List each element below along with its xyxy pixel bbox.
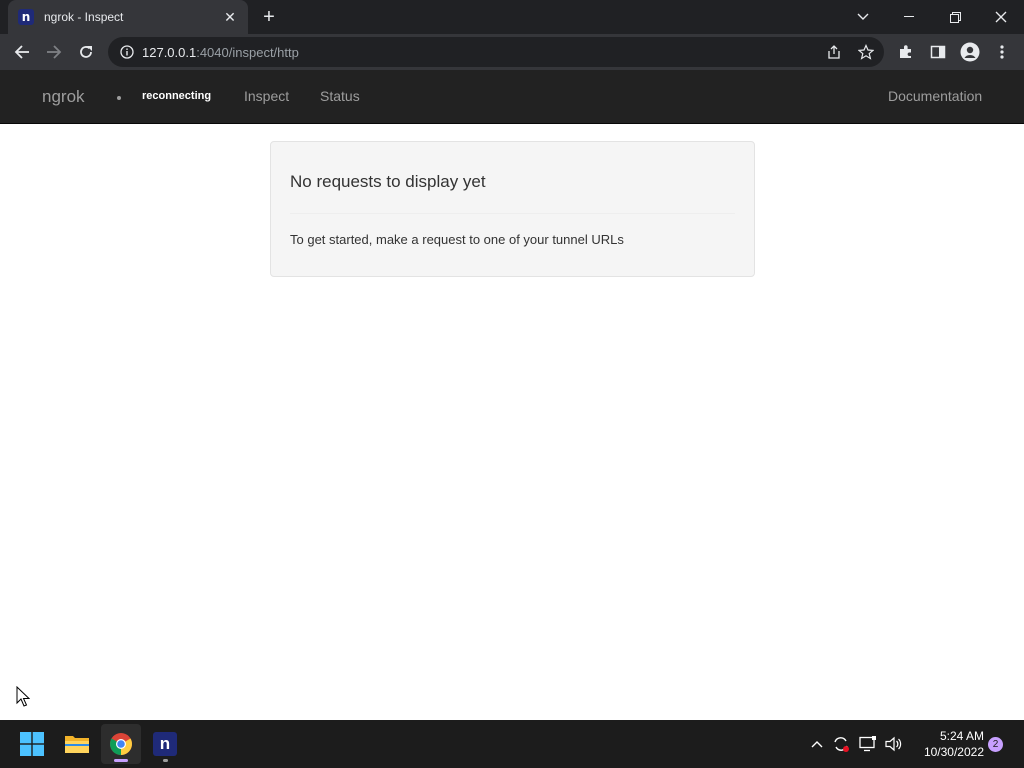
tab-title: ngrok - Inspect bbox=[44, 10, 124, 24]
ngrok-navbar: ngrok reconnecting Inspect Status Docume… bbox=[0, 70, 1024, 124]
notification-badge[interactable]: 2 bbox=[988, 737, 1003, 752]
share-icon[interactable] bbox=[820, 38, 848, 66]
browser-toolbar: 127.0.0.1:4040/inspect/http bbox=[0, 34, 1024, 70]
profile-avatar-icon[interactable] bbox=[956, 38, 984, 66]
ngrok-favicon-icon: n bbox=[18, 9, 34, 25]
start-button[interactable] bbox=[12, 724, 52, 764]
empty-heading: No requests to display yet bbox=[290, 172, 486, 191]
sync-icon[interactable] bbox=[830, 720, 852, 768]
network-icon[interactable] bbox=[856, 720, 880, 768]
site-info-icon[interactable] bbox=[120, 45, 134, 59]
reload-button[interactable] bbox=[72, 38, 100, 66]
connection-status: reconnecting bbox=[142, 90, 212, 102]
browser-tabstrip: n ngrok - Inspect ✕ + bbox=[0, 0, 1024, 34]
side-panel-icon[interactable] bbox=[924, 38, 952, 66]
divider bbox=[290, 213, 735, 214]
volume-icon[interactable] bbox=[882, 720, 906, 768]
running-app-indicator bbox=[163, 759, 168, 762]
tab-search-icon[interactable] bbox=[840, 0, 886, 34]
tab-close-icon[interactable]: ✕ bbox=[222, 9, 238, 26]
new-tab-button[interactable]: + bbox=[258, 6, 280, 28]
browser-tab[interactable]: n ngrok - Inspect ✕ bbox=[8, 0, 248, 34]
connection-status-dot-icon bbox=[117, 96, 121, 100]
windows-taskbar: n 5:24 AM 10/30/2022 bbox=[0, 720, 1024, 768]
back-button[interactable] bbox=[8, 38, 36, 66]
bookmark-star-icon[interactable] bbox=[852, 38, 880, 66]
ngrok-taskbar-icon[interactable]: n bbox=[145, 724, 185, 764]
empty-message: To get started, make a request to one of… bbox=[290, 232, 624, 247]
mouse-cursor-icon bbox=[16, 685, 31, 713]
restore-button[interactable] bbox=[932, 0, 978, 34]
nav-link-status[interactable]: Status bbox=[320, 88, 360, 104]
close-window-button[interactable] bbox=[978, 0, 1024, 34]
extensions-icon[interactable] bbox=[892, 38, 920, 66]
windows-logo-icon bbox=[20, 732, 44, 756]
chrome-taskbar-icon[interactable] bbox=[101, 724, 141, 764]
nav-link-inspect[interactable]: Inspect bbox=[244, 88, 289, 104]
url-text[interactable]: 127.0.0.1:4040/inspect/http bbox=[142, 45, 299, 60]
minimize-button[interactable] bbox=[886, 0, 932, 34]
brand-link[interactable]: ngrok bbox=[42, 87, 85, 107]
system-clock[interactable]: 5:24 AM 10/30/2022 bbox=[908, 728, 984, 760]
clock-date: 10/30/2022 bbox=[923, 745, 984, 759]
clock-time: 5:24 AM bbox=[939, 729, 984, 743]
active-app-indicator bbox=[114, 759, 128, 762]
address-bar[interactable]: 127.0.0.1:4040/inspect/http bbox=[108, 37, 884, 67]
show-hidden-icons-chevron-icon[interactable] bbox=[806, 720, 828, 768]
chrome-menu-icon[interactable] bbox=[988, 38, 1016, 66]
nav-link-documentation[interactable]: Documentation bbox=[888, 88, 982, 104]
file-explorer-icon[interactable] bbox=[57, 724, 97, 764]
forward-button[interactable] bbox=[40, 38, 68, 66]
empty-requests-panel: No requests to display yet To get starte… bbox=[270, 141, 755, 277]
